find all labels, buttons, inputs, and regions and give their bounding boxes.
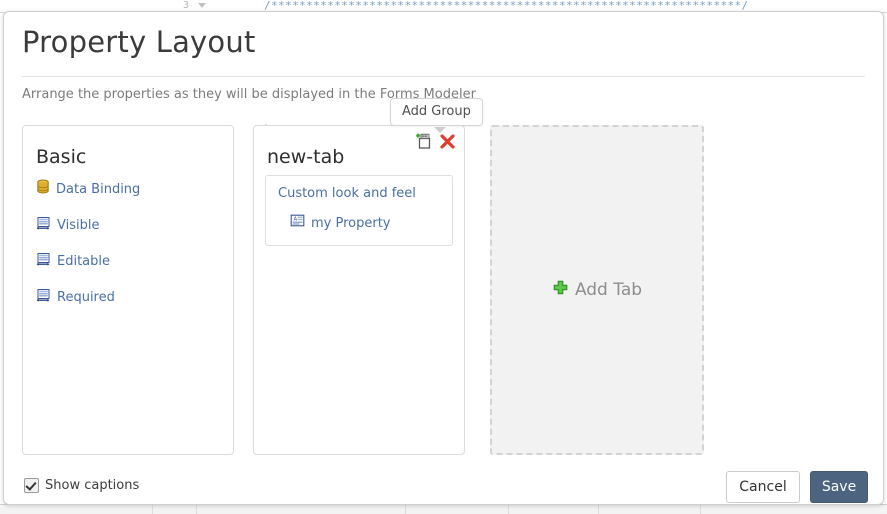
add-group-icon[interactable] bbox=[415, 132, 433, 150]
property-item-label: Data Binding bbox=[56, 181, 141, 197]
property-group-title: Custom look and feel bbox=[278, 186, 416, 201]
property-item-label: Required bbox=[57, 289, 115, 305]
cancel-button[interactable]: Cancel bbox=[726, 471, 800, 503]
property-item-label: Editable bbox=[57, 253, 111, 269]
taskbar-separator bbox=[700, 505, 701, 514]
property-item-required[interactable]: Required bbox=[36, 284, 223, 310]
property-item-visible[interactable]: Visible bbox=[36, 212, 223, 238]
show-captions-checkbox[interactable] bbox=[24, 478, 39, 493]
green-plus-icon bbox=[552, 280, 569, 301]
title-divider bbox=[22, 76, 865, 77]
add-tab-dropzone[interactable]: Add Tab bbox=[490, 125, 704, 455]
database-icon bbox=[36, 179, 50, 199]
tab-panel-title: new-tab bbox=[267, 146, 345, 168]
chevron-down-icon bbox=[198, 3, 206, 8]
tooltip-add-group: Add Group bbox=[390, 98, 483, 126]
taskbar-separator bbox=[152, 505, 153, 514]
show-captions-checkbox-row[interactable]: Show captions bbox=[24, 478, 139, 493]
text-field-icon: A bbox=[290, 214, 305, 232]
tooltip-caret-icon bbox=[434, 127, 446, 133]
property-item-my-property[interactable]: A my Property bbox=[290, 213, 442, 233]
tab-panel-title: Basic bbox=[36, 146, 87, 168]
show-captions-label: Show captions bbox=[45, 478, 140, 493]
property-item-editable[interactable]: Editable bbox=[36, 248, 223, 274]
property-group-custom-look-and-feel[interactable]: Custom look and feel A my Property bbox=[265, 175, 453, 246]
save-button[interactable]: Save bbox=[810, 471, 868, 503]
tab-panel-basic[interactable]: Basic Data Binding Visible Editable Requ… bbox=[22, 125, 234, 455]
taskbar-separator bbox=[196, 505, 197, 514]
form-field-icon bbox=[36, 216, 51, 235]
property-item-label: Visible bbox=[57, 217, 100, 233]
property-item-data-binding[interactable]: Data Binding bbox=[36, 176, 223, 202]
tab-panel-actions bbox=[415, 132, 456, 150]
page-title: Property Layout bbox=[22, 25, 256, 59]
form-field-icon bbox=[36, 252, 51, 271]
taskbar-separator bbox=[508, 505, 509, 514]
taskbar-separator bbox=[405, 505, 406, 514]
property-item-label: my Property bbox=[311, 215, 391, 231]
form-field-icon bbox=[36, 288, 51, 307]
delete-tab-icon[interactable] bbox=[438, 132, 456, 150]
property-list: Data Binding Visible Editable Required bbox=[36, 176, 223, 320]
tab-panel-new-tab[interactable]: new-tab Custom look and feel A my Proper… bbox=[253, 125, 465, 455]
taskbar bbox=[0, 504, 887, 514]
tab-columns-container: Basic Data Binding Visible Editable Requ… bbox=[22, 116, 865, 455]
taskbar-separator bbox=[598, 505, 599, 514]
property-layout-dialog: Property Layout Arrange the properties a… bbox=[3, 11, 884, 505]
editor-gutter-line-number: 3 bbox=[183, 0, 190, 11]
add-tab-label: Add Tab bbox=[574, 280, 643, 300]
